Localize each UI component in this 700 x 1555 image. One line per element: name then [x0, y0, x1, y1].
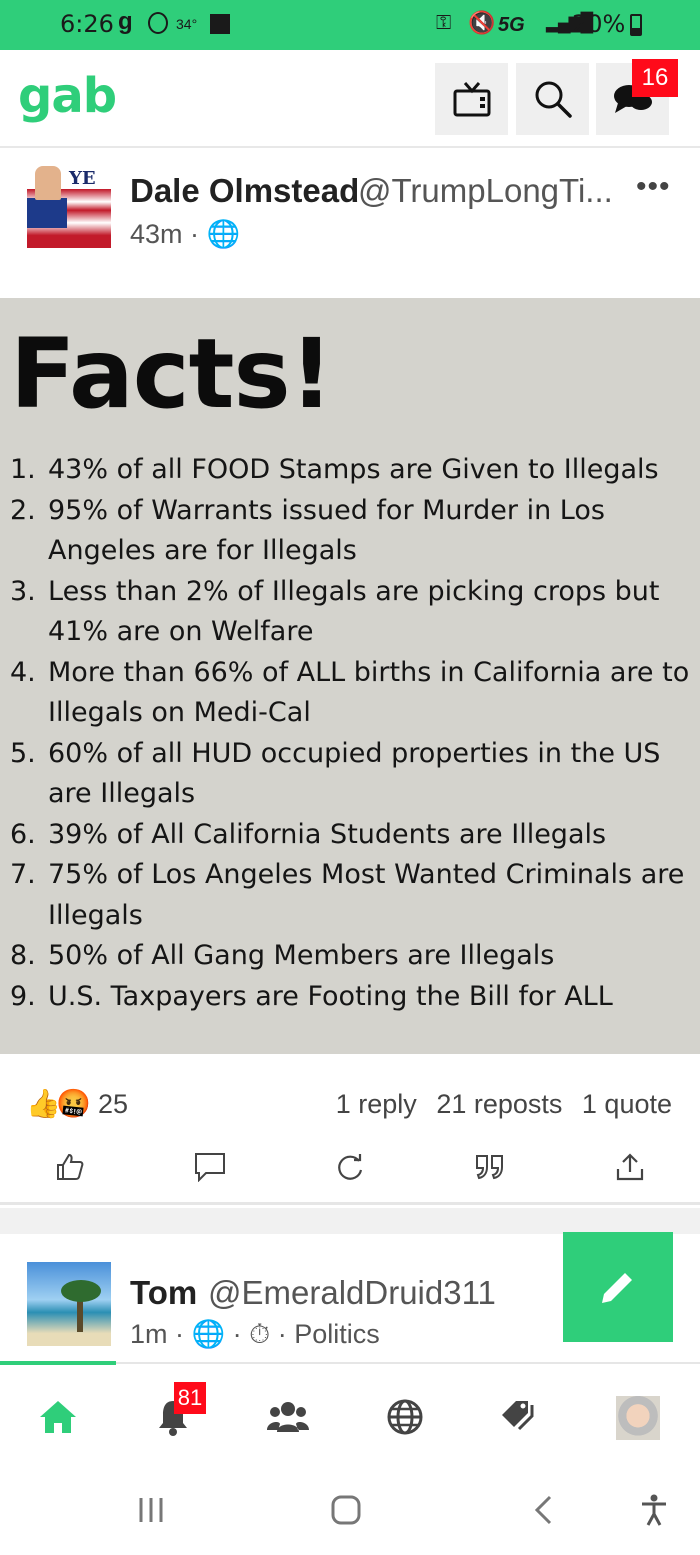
compose-button[interactable]: [563, 1232, 673, 1342]
meta-separator: ·: [190, 219, 207, 249]
quote-icon: [476, 1155, 503, 1180]
share-icon: [616, 1153, 644, 1181]
fact-item: 3. Less than 2% of Illegals are picking c…: [10, 575, 660, 648]
author-handle[interactable]: @EmeraldDruid311: [208, 1274, 496, 1312]
post-header: YE Dale Olmstead @TrumpLongTi... ••• 43m…: [0, 150, 700, 298]
flag-stars: [27, 198, 67, 228]
post-meta: 1m · 🌐 · ⏱ · Politics: [130, 1318, 380, 1351]
nav-groups[interactable]: [263, 1392, 313, 1442]
system-navigation: [0, 1462, 700, 1555]
post-time[interactable]: 1m: [130, 1319, 168, 1349]
post-time[interactable]: 43m: [130, 219, 183, 249]
fact-item: 5. 60% of all HUD occupied properties in …: [10, 737, 661, 810]
pencil-icon: [602, 1273, 632, 1303]
status-temperature: 34°: [176, 16, 198, 32]
reaction-count[interactable]: 25: [98, 1089, 128, 1120]
battery-level: 20%: [572, 10, 626, 38]
post-image[interactable]: Facts! 1. 43% of all FOOD Stamps are Give…: [0, 298, 700, 1054]
more-options-icon[interactable]: •••: [636, 170, 671, 204]
comment-icon: [195, 1153, 225, 1182]
reply-count[interactable]: 1 reply: [336, 1089, 417, 1119]
status-time: 6:26: [60, 10, 114, 38]
profile-avatar[interactable]: [616, 1396, 660, 1440]
group-name[interactable]: Politics: [294, 1319, 380, 1349]
back-button[interactable]: [528, 1492, 558, 1528]
meta-separator: ·: [277, 1319, 295, 1349]
image-title: Facts!: [10, 318, 333, 430]
accessibility-button[interactable]: [636, 1492, 672, 1528]
tv-icon: [453, 82, 490, 117]
post-stats: 1 reply 21 reposts 1 quote: [324, 1089, 672, 1120]
thumbs-up-icon: [57, 1153, 84, 1180]
group-icon: [267, 1402, 309, 1432]
globe-icon: 🌐: [191, 1319, 226, 1349]
fact-item: 9. U.S. Taxpayers are Footing the Bill fo…: [10, 980, 613, 1012]
fact-item: 7. 75% of Los Angeles Most Wanted Crimina…: [10, 859, 685, 931]
author-name[interactable]: Dale Olmstead: [130, 172, 359, 210]
home-system-button[interactable]: [328, 1492, 364, 1528]
app-notification-icon: [210, 14, 230, 34]
avatar[interactable]: YE: [27, 164, 111, 248]
angry-reaction-icon[interactable]: 🤬: [56, 1087, 91, 1120]
share-button[interactable]: [610, 1147, 650, 1187]
fact-item: 6. 39% of All California Students are Ill…: [10, 818, 607, 850]
mute-icon: 🔇: [468, 10, 496, 35]
messages-button[interactable]: 16: [596, 59, 678, 135]
tags-icon: [502, 1401, 534, 1431]
author-name[interactable]: Tom: [130, 1274, 197, 1312]
nav-notifications[interactable]: 81: [148, 1382, 206, 1442]
fact-item: 4. More than 66% of ALL births in Califor…: [10, 656, 690, 729]
author-handle[interactable]: @TrumpLongTi...: [358, 172, 613, 210]
nav-explore[interactable]: [380, 1392, 430, 1442]
vpn-key-icon: ⚿: [436, 12, 452, 34]
palm-leaves: [61, 1280, 101, 1302]
repost-count[interactable]: 21 reposts: [436, 1089, 562, 1119]
active-tab-indicator: [0, 1361, 116, 1365]
meta-separator: ·: [175, 1319, 192, 1349]
fact-item: 8. 50% of All Gang Members are Illegals: [10, 940, 555, 971]
thumbs-up-graphic: [35, 166, 61, 200]
bottom-navigation: 81: [0, 1361, 700, 1462]
globe-icon: 🌐: [206, 219, 241, 249]
search-icon: [535, 81, 572, 118]
nav-tags[interactable]: [495, 1392, 545, 1442]
tv-button[interactable]: [435, 63, 508, 135]
battery-icon: [630, 14, 642, 36]
facts-list: 1. 43% of all FOOD Stamps are Given to Il…: [10, 450, 700, 1017]
post-footer: 👍 🤬 25 1 reply 21 reposts 1 quote: [0, 1055, 700, 1205]
like-button[interactable]: [50, 1147, 90, 1187]
status-bar: 6:26 g 34° ⚿ 🔇 5G ▂▄▆█ 20%: [0, 0, 700, 50]
timer-icon: ⏱: [249, 1319, 271, 1349]
recent-apps-icon: [139, 1498, 163, 1522]
repost-icon: [338, 1154, 363, 1180]
fact-item: 2. 95% of Warrants issued for Murder in L…: [10, 494, 605, 567]
accessibility-icon: [642, 1494, 666, 1526]
quote-count[interactable]: 1 quote: [582, 1089, 672, 1119]
avatar[interactable]: [27, 1262, 111, 1346]
globe-icon: [387, 1399, 423, 1435]
meta-separator: ·: [232, 1319, 250, 1349]
recent-apps-button[interactable]: [134, 1492, 168, 1528]
nav-home[interactable]: [33, 1392, 83, 1442]
carrier-icon: g: [118, 8, 133, 35]
quote-button[interactable]: [470, 1147, 510, 1187]
avatar-text: YE: [69, 168, 96, 189]
fact-item: 1. 43% of all FOOD Stamps are Given to Il…: [10, 454, 659, 485]
messages-badge: 16: [632, 59, 678, 97]
search-button[interactable]: [516, 63, 589, 135]
reply-button[interactable]: [190, 1147, 230, 1187]
post-actions: [0, 1147, 700, 1187]
post-meta: 43m · 🌐: [130, 218, 240, 250]
feed-separator: [0, 1208, 700, 1234]
network-type: 5G: [498, 14, 525, 36]
home-icon: [40, 1401, 76, 1433]
chevron-left-icon: [534, 1495, 552, 1525]
repost-button[interactable]: [330, 1147, 370, 1187]
home-circle-icon: [331, 1495, 361, 1525]
gab-logo[interactable]: gab: [18, 68, 117, 124]
wifi-calling-icon: [148, 12, 168, 34]
notifications-badge: 81: [174, 1382, 206, 1414]
app-header: gab 16: [0, 50, 700, 148]
